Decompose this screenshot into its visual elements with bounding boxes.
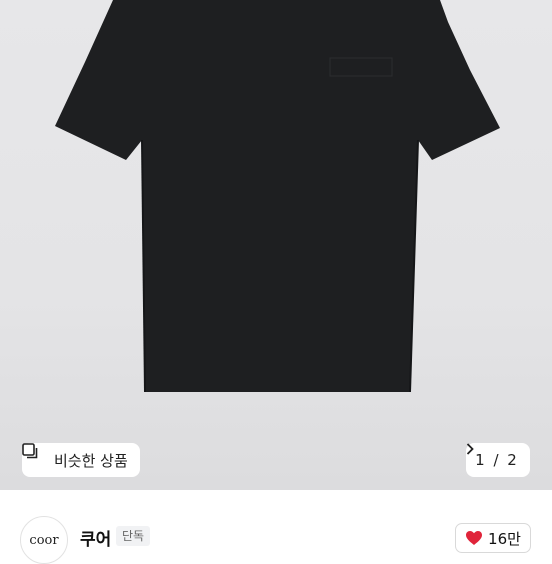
- similar-products-label: 비슷한 상품: [54, 451, 128, 470]
- like-count: 16만: [488, 529, 521, 548]
- pager-total: 2: [507, 451, 517, 469]
- pager-current: 1: [475, 451, 485, 469]
- product-image[interactable]: 비슷한 상품 1 / 2: [0, 0, 552, 490]
- pager-separator: /: [488, 451, 504, 469]
- brand-row: coor 쿠어 단독 16만: [0, 510, 552, 564]
- brand-name[interactable]: 쿠어: [80, 525, 111, 550]
- brand-logo-text: coor: [29, 532, 59, 548]
- like-button[interactable]: 16만: [455, 523, 531, 553]
- similar-products-button[interactable]: 비슷한 상품: [22, 443, 140, 477]
- exclusive-badge: 단독: [116, 526, 151, 546]
- tshirt-image: [55, 0, 500, 393]
- heart-icon: [465, 530, 483, 546]
- image-pager[interactable]: 1 / 2: [466, 443, 530, 477]
- similar-products-icon: [22, 443, 48, 468]
- tshirt-body: [55, 0, 500, 392]
- brand-logo[interactable]: coor: [20, 516, 68, 564]
